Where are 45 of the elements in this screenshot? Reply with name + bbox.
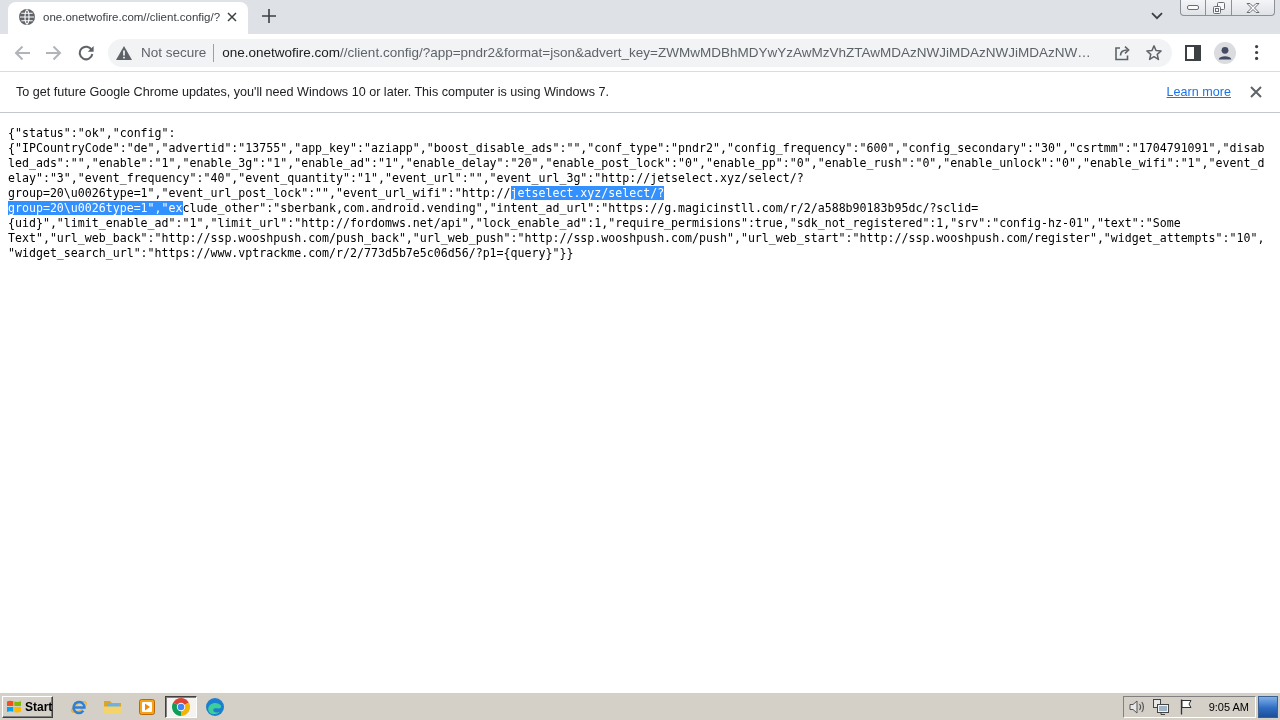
network-icon[interactable] xyxy=(1152,698,1169,715)
close-icon[interactable] xyxy=(1246,1,1260,14)
json-text: led_ads":"","enable":"1","enable_3g":"1","enable_ad":"1","enable_delay":"20","enable_post_lock":"0","enable_pp":"0","enable_rush":"0","enable_unlock":"0","enable_wifi":"1","event_d xyxy=(8,156,1265,170)
round-logo-icon[interactable] xyxy=(172,697,190,716)
globe-icon xyxy=(19,9,35,25)
minimize-button[interactable] xyxy=(1180,0,1206,16)
update-message: To get future Google Chrome updates, you'll need Windows 10 or later. This computer is using Windows 7. xyxy=(16,85,609,99)
plus-icon[interactable] xyxy=(262,9,276,23)
speaker-icon[interactable] xyxy=(1128,698,1145,715)
start-button[interactable]: Start xyxy=(2,695,53,718)
json-text: "widget_search_url":"https://www.vptrackme.com/r/2/773d5b7e5c06d56/?p1={query}"}} xyxy=(8,246,574,260)
close-window-button[interactable] xyxy=(1232,0,1275,16)
highlighted-text: group=20\u0026type=1","ex xyxy=(8,201,183,215)
taskbar-app-button[interactable] xyxy=(165,695,197,718)
address-bar[interactable]: Not secure one.onetwofire.com//client.config/?app=pndr2&format=json&advert_key=ZWMwMDBhMDYwYzAwMzVhZTAwMDAzNWJiMDAzNWJiMDAzNW… xyxy=(108,38,1172,67)
clock[interactable]: 9:05 AM xyxy=(1208,700,1249,713)
url-text[interactable]: one.onetwofire.com//client.config/?app=pndr2&format=json&advert_key=ZWMwMDBhMDYwYzAwMzVhZTAwMDAzNWJiMDAzNWJiMDAzNW… xyxy=(222,45,1108,60)
restore-icon[interactable] xyxy=(1212,1,1225,14)
json-text: clude_other":"sberbank,com.android.vending","intent_ad_url":"https://g.magicinstll.com/r/2/a588b90183b95dc/?sclid= xyxy=(182,201,979,215)
swirl-logo-icon[interactable] xyxy=(206,697,224,716)
warning-icon[interactable] xyxy=(116,45,132,60)
kebab-menu-icon[interactable] xyxy=(1255,44,1259,61)
json-text: {"IPCountryCode":"de","advertid":"13755","app_key":"aziapp","boost_disable_ads":"","conf_type":"pndr2","config_frequency":"600","config_secondary":"30","csrtmm":"1704791091","disab xyxy=(8,141,1265,155)
restore-button[interactable] xyxy=(1206,0,1232,16)
share-icon[interactable] xyxy=(1114,44,1130,61)
windows-flag-icon xyxy=(6,699,22,714)
reload-icon[interactable] xyxy=(78,44,94,61)
close-icon[interactable] xyxy=(1250,86,1262,98)
show-desktop-button[interactable] xyxy=(1258,695,1278,718)
profile-avatar-icon[interactable] xyxy=(1214,41,1236,64)
json-text: {uid}","limit_enable_ad":"1","limit_url":"http://fordomws.net/api","lock_enable_ad":1,"require_permisions":true,"sdk_not_registered":1,"srv":"config-hz-01","text":"Some xyxy=(8,216,1181,230)
minimize-icon[interactable] xyxy=(1187,5,1199,10)
security-chip[interactable]: Not secure xyxy=(112,40,211,65)
star-icon[interactable] xyxy=(1146,44,1162,61)
flag-icon[interactable] xyxy=(1179,698,1192,715)
play-icon[interactable] xyxy=(139,698,155,715)
learn-more-link[interactable]: Learn more xyxy=(1166,85,1231,99)
json-text: group=20\u0026type=1","event_url_post_lock":"","event_url_wifi":"http:// xyxy=(8,186,511,200)
json-text: elay":"3","event_frequency":"40","event_quantity":"1","event_url":"","event_url_3g":"http://jetselect.xyz/select/? xyxy=(8,171,804,185)
json-text: Text","url_web_back":"http://ssp.wooshpush.com/push_back","url_web_push":"http://ssp.wooshpush.com/push","url_web_start":"http://ssp.wooshpush.com/register","widget_attempts":"10", xyxy=(8,231,1265,245)
caret-icon[interactable] xyxy=(1151,12,1163,20)
browser-tab[interactable]: one.onetwofire.com//client.config/? xyxy=(8,2,248,34)
json-text: {"status":"ok","config": xyxy=(8,126,176,140)
highlighted-text: jetselect.xyz/select/? xyxy=(510,186,665,200)
side-panel-icon[interactable] xyxy=(1185,44,1201,61)
